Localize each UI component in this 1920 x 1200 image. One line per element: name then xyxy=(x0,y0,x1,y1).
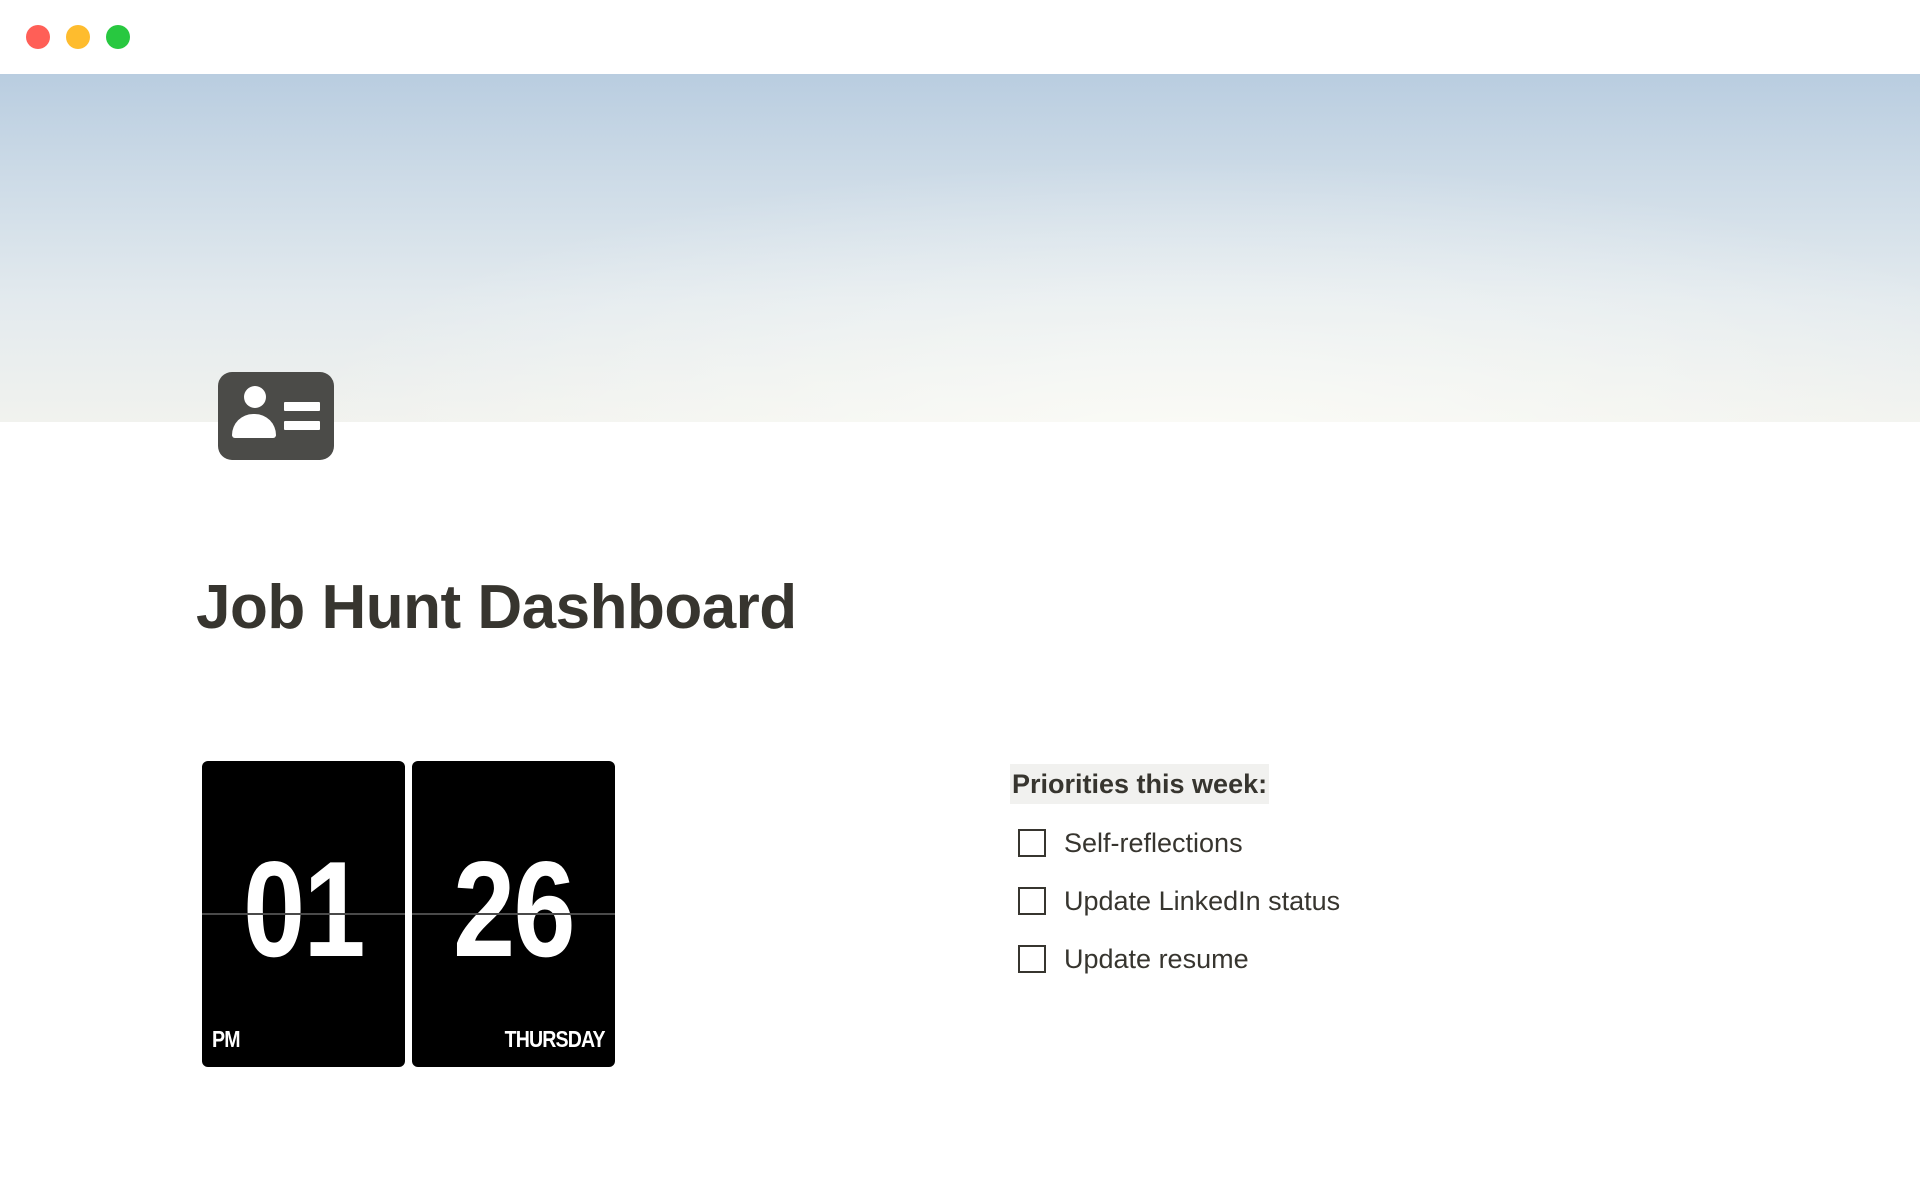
close-window-button[interactable] xyxy=(26,25,50,49)
page-title[interactable]: Job Hunt Dashboard xyxy=(196,572,797,643)
clock-day: THURSDAY xyxy=(504,1026,606,1052)
priorities-block: Priorities this week: Self-reflections U… xyxy=(1010,764,1710,988)
app-window: Job Hunt Dashboard 01 PM 26 THURSDAY Pri… xyxy=(0,0,1920,1200)
maximize-window-button[interactable] xyxy=(106,25,130,49)
todo-item: Update LinkedIn status xyxy=(1010,872,1710,930)
clock-hours: 01 xyxy=(243,833,365,985)
todo-checkbox[interactable] xyxy=(1018,945,1046,973)
title-bar xyxy=(0,0,1920,74)
contact-card-icon[interactable] xyxy=(218,372,334,460)
todo-label[interactable]: Update resume xyxy=(1064,944,1249,975)
flip-clock-widget: 01 PM 26 THURSDAY xyxy=(202,761,616,1067)
minimize-window-button[interactable] xyxy=(66,25,90,49)
clock-minutes-card: 26 THURSDAY xyxy=(412,761,615,1067)
todo-checkbox[interactable] xyxy=(1018,887,1046,915)
todo-item: Update resume xyxy=(1010,930,1710,988)
todo-label[interactable]: Update LinkedIn status xyxy=(1064,886,1340,917)
priorities-heading[interactable]: Priorities this week: xyxy=(1010,764,1270,804)
flip-divider xyxy=(202,913,405,915)
cover-haze xyxy=(0,74,1920,422)
cover-image[interactable] xyxy=(0,74,1920,422)
clock-hours-card: 01 PM xyxy=(202,761,405,1067)
clock-minutes: 26 xyxy=(453,833,575,985)
todo-list: Self-reflections Update LinkedIn status … xyxy=(1010,814,1710,988)
todo-item: Self-reflections xyxy=(1010,814,1710,872)
clock-period: PM xyxy=(212,1026,240,1052)
todo-label[interactable]: Self-reflections xyxy=(1064,828,1243,859)
flip-divider xyxy=(412,913,615,915)
todo-checkbox[interactable] xyxy=(1018,829,1046,857)
